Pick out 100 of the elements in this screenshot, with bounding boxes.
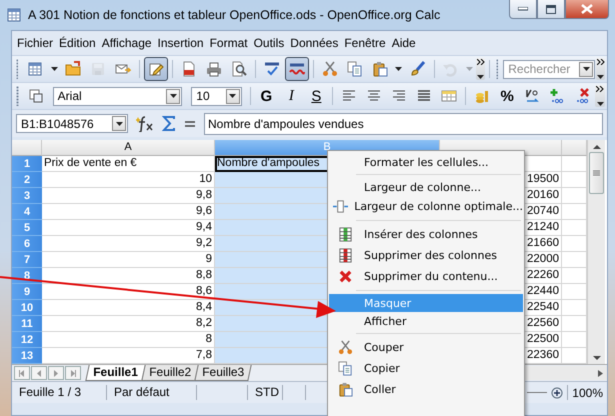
sheet-nav-button[interactable] bbox=[65, 366, 81, 380]
page-style: Par défaut bbox=[107, 385, 197, 400]
function-wizard-icon[interactable] bbox=[136, 116, 154, 132]
bold-button[interactable]: G bbox=[254, 84, 278, 108]
spellcheck-icon bbox=[288, 61, 305, 77]
menu-item[interactable]: Affichage bbox=[98, 34, 155, 52]
spreadsheet-icon bbox=[27, 61, 44, 77]
caret-icon bbox=[596, 102, 604, 106]
menu-item[interactable]: Outils bbox=[250, 34, 288, 52]
scrollbar-thumb[interactable] bbox=[589, 152, 604, 194]
close-button[interactable] bbox=[565, 0, 609, 19]
menu-item[interactable]: Aide bbox=[388, 34, 419, 52]
zoom-level: 100% bbox=[572, 386, 603, 400]
table-cell: 10 bbox=[42, 172, 215, 188]
menu-item[interactable]: Édition bbox=[56, 34, 99, 52]
menu-item[interactable]: Insertion bbox=[154, 34, 207, 52]
triangle-icon bbox=[70, 370, 76, 376]
table-cell: 9,4 bbox=[42, 220, 215, 236]
chevron-icon bbox=[476, 59, 485, 65]
overflow-button[interactable] bbox=[596, 58, 605, 80]
table-cell: 8 bbox=[42, 332, 215, 348]
name-box[interactable]: B1:B1048576 bbox=[16, 114, 128, 133]
search-field[interactable]: Rechercher bbox=[503, 60, 596, 78]
scissors-icon bbox=[322, 61, 338, 77]
sheet-nav-button[interactable] bbox=[31, 366, 47, 380]
brush-icon bbox=[410, 61, 426, 77]
sheet-tab[interactable]: Feuille1 bbox=[85, 365, 146, 381]
column-width-icon bbox=[332, 199, 348, 214]
scroll-down-icon[interactable] bbox=[592, 355, 600, 361]
add-decimal-icon bbox=[549, 88, 566, 104]
window-title: A 301 Notion de fonctions et tableur OpenOffice.ods - OpenOffice.org Calc bbox=[28, 8, 440, 22]
menu-item[interactable]: Format bbox=[206, 34, 251, 52]
copy-icon bbox=[346, 61, 363, 77]
font-size-box[interactable]: 10 bbox=[191, 86, 242, 106]
minimize-icon bbox=[518, 7, 528, 11]
corner-cell[interactable] bbox=[12, 140, 42, 156]
menu-item[interactable]: Coller bbox=[329, 379, 523, 400]
caret-icon bbox=[170, 94, 177, 98]
clipboard-icon bbox=[338, 382, 352, 397]
edit-button[interactable] bbox=[144, 57, 168, 81]
selection-mode: STD bbox=[248, 385, 283, 400]
sheet-nav-button[interactable] bbox=[48, 366, 64, 380]
sheet-nav-button[interactable] bbox=[14, 366, 30, 380]
magnifier-icon bbox=[230, 61, 247, 77]
close-icon bbox=[581, 4, 593, 14]
caret-icon bbox=[116, 122, 122, 126]
sheet-tab[interactable]: Feuille3 bbox=[194, 365, 252, 381]
caret-icon bbox=[50, 67, 58, 71]
equals-icon[interactable] bbox=[184, 120, 196, 128]
menu-item[interactable]: Fenêtre bbox=[341, 34, 389, 52]
spellcheck-icon bbox=[264, 61, 280, 77]
chevron-icon bbox=[596, 86, 604, 92]
printer-icon bbox=[206, 61, 222, 77]
maximize-icon bbox=[546, 4, 556, 14]
overflow-button[interactable] bbox=[476, 58, 486, 80]
scissors-icon bbox=[338, 340, 352, 355]
underline-button[interactable]: S bbox=[304, 84, 328, 108]
delete-columns-icon bbox=[338, 248, 352, 263]
table-cell: 8,4 bbox=[42, 300, 215, 316]
table-cell: 8,8 bbox=[42, 268, 215, 284]
overflow-button[interactable] bbox=[595, 85, 605, 107]
clipboard-icon bbox=[372, 61, 388, 77]
menu-item[interactable]: Fichier bbox=[14, 34, 56, 52]
delete-decimal-icon bbox=[574, 88, 590, 104]
scroll-up-icon[interactable] bbox=[592, 144, 600, 150]
sheet-tab[interactable]: Feuille2 bbox=[140, 365, 198, 381]
autospell-button[interactable] bbox=[284, 57, 309, 81]
font-name-box[interactable]: Arial bbox=[52, 86, 182, 106]
triangle-icon bbox=[36, 370, 42, 376]
table-cell: 8,6 bbox=[42, 284, 215, 300]
insert-columns-icon bbox=[338, 227, 352, 242]
sheet-indicator: Feuille 1 / 3 bbox=[12, 385, 107, 400]
percent-button[interactable]: % bbox=[495, 84, 520, 108]
column-header[interactable]: A bbox=[42, 140, 215, 156]
menu-item[interactable]: Données bbox=[287, 34, 342, 52]
chevron-icon bbox=[596, 59, 605, 65]
zoom-in-icon[interactable] bbox=[551, 386, 564, 398]
delete-icon bbox=[338, 269, 352, 284]
folder-icon bbox=[65, 61, 82, 77]
copy-icon bbox=[338, 361, 352, 376]
styles-icon bbox=[28, 88, 44, 104]
maximize-button[interactable] bbox=[537, 0, 565, 19]
document-icon bbox=[180, 61, 197, 77]
triangle-icon bbox=[53, 370, 59, 376]
formula-input[interactable]: Nombre d'ampoules vendues bbox=[204, 112, 603, 134]
table-cell: Prix de vente en € bbox=[42, 156, 215, 172]
table-cell: 9,2 bbox=[42, 236, 215, 252]
sum-icon[interactable] bbox=[162, 116, 176, 131]
minimize-button[interactable] bbox=[509, 0, 537, 19]
table-cell: 8,2 bbox=[42, 316, 215, 332]
spreadsheet-icon bbox=[6, 7, 22, 23]
scroll-right-icon[interactable] bbox=[598, 370, 603, 376]
caret-icon bbox=[395, 67, 402, 71]
italic-button[interactable]: I bbox=[279, 84, 304, 108]
caret-icon bbox=[229, 94, 236, 98]
number-format-icon bbox=[524, 88, 540, 104]
table-cell: 9 bbox=[42, 252, 215, 268]
table-cell: 9,6 bbox=[42, 204, 215, 220]
table-cell: 9,8 bbox=[42, 188, 215, 204]
table-icon bbox=[441, 88, 458, 104]
